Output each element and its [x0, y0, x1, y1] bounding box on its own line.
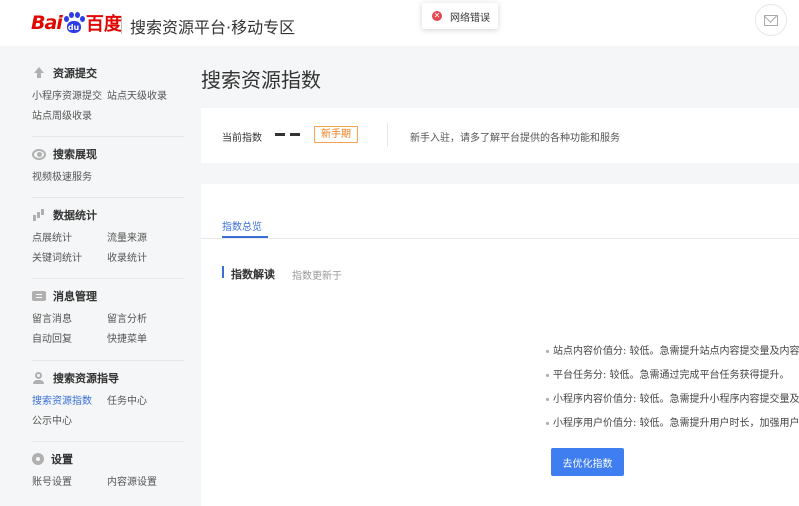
stage-badge: 新手期: [314, 126, 358, 143]
error-toast: ✕ 网络错误: [422, 3, 498, 29]
sidebar-item[interactable]: 站点天级收录: [107, 87, 182, 102]
current-index-value: [275, 133, 301, 136]
list-item: 小程序用户价值分: 较低。急需提升用户时长，加强用户黏: [546, 414, 799, 429]
sidebar-group-label: 数据统计: [53, 209, 97, 222]
tab-index-overview[interactable]: 指数总览: [222, 218, 262, 233]
sidebar-divider: [32, 360, 184, 361]
sidebar-divider: [32, 197, 184, 198]
bullet-text: 小程序用户价值分: 较低。急需提升用户时长，加强用户黏: [553, 418, 799, 429]
sidebar-item[interactable]: 公示中心: [32, 412, 108, 427]
sidebar-group: 搜索展现视频极速服务: [32, 146, 182, 185]
sidebar-item[interactable]: 视频极速服务: [32, 168, 108, 183]
eye-icon: [32, 148, 46, 160]
optimize-index-button[interactable]: 去优化指数: [551, 448, 624, 476]
sidebar-group-title: 搜索展现: [32, 146, 182, 162]
baidu-logo[interactable]: Bai du 百度: [31, 9, 122, 37]
sidebar-group-title: 资源提交: [32, 65, 182, 81]
sidebar-group-label: 消息管理: [53, 290, 97, 303]
logo-paw-text: du: [67, 23, 80, 32]
section-subtitle: 指数更新于: [292, 271, 342, 282]
list-item: 小程序内容价值分: 较低。急需提升小程序内容提交量及内容: [546, 390, 799, 405]
bullet-text: 小程序内容价值分: 较低。急需提升小程序内容提交量及内容: [553, 394, 799, 405]
index-detail-card: 指数总览 指数解读 指数更新于 站点内容价值分: 较低。急需提升站点内容提交量及…: [201, 184, 799, 506]
sidebar-group: 搜索资源指导搜索资源指数 任务中心公示中心: [32, 370, 182, 429]
sidebar: 资源提交小程序资源提交 站点天级收录站点周级收录搜索展现视频极速服务数据统计点展统…: [0, 46, 185, 506]
error-icon: ✕: [432, 11, 442, 21]
page-title: 搜索资源指数: [201, 68, 321, 92]
sidebar-group-title: 设置: [32, 451, 182, 467]
sidebar-group-label: 资源提交: [53, 67, 97, 80]
sidebar-item[interactable]: 内容源设置: [107, 473, 182, 488]
tab-divider: [201, 238, 799, 239]
sidebar-row: 小程序资源提交 站点天级收录: [32, 84, 182, 104]
index-summary-card: 当前指数 新手期 新手入驻，请多了解平台提供的各种功能和服务: [201, 108, 799, 163]
sidebar-group: 数据统计 点展统计 流量来源 关键词统计 收录统计: [32, 207, 182, 266]
sidebar-group-label: 搜索展现: [53, 148, 97, 161]
current-index-label: 当前指数: [222, 133, 262, 144]
mail-button[interactable]: [755, 4, 787, 36]
sidebar-item[interactable]: 搜索资源指数: [32, 392, 107, 407]
logo-cn-text: 百度: [85, 14, 122, 35]
sidebar-divider: [32, 441, 184, 442]
message-icon: [32, 291, 46, 301]
sidebar-row: 站点周级收录: [32, 104, 182, 124]
mail-icon: [764, 14, 778, 26]
sidebar-item[interactable]: 任务中心: [107, 392, 182, 407]
sidebar-row: 关键词统计 收录统计: [32, 246, 182, 266]
sidebar-row: 视频极速服务: [32, 165, 182, 185]
section-marker: [222, 266, 224, 278]
sidebar-divider: [32, 136, 184, 137]
sidebar-group-title: 数据统计: [32, 207, 182, 223]
sidebar-item[interactable]: 账号设置: [32, 473, 107, 488]
list-item: 站点内容价值分: 较低。急需提升站点内容提交量及内容质: [546, 342, 799, 357]
sidebar-item[interactable]: 自动回复: [32, 330, 107, 345]
paw-icon: du: [63, 12, 85, 34]
section-title: 指数解读: [231, 268, 275, 281]
sidebar-row: 账号设置 内容源设置: [32, 470, 182, 490]
sidebar-row: 搜索资源指数 任务中心: [32, 389, 182, 409]
sidebar-item[interactable]: 留言消息: [32, 310, 107, 325]
sidebar-group: 资源提交小程序资源提交 站点天级收录站点周级收录: [32, 65, 182, 124]
bar-chart-icon: [32, 209, 46, 221]
sidebar-row: 自动回复 快捷菜单: [32, 327, 182, 347]
sidebar-group-label: 搜索资源指导: [53, 372, 119, 385]
app-title: 搜索资源平台·移动专区: [130, 18, 296, 37]
sidebar-item[interactable]: 点展统计: [32, 229, 107, 244]
sidebar-item[interactable]: 小程序资源提交: [32, 87, 107, 102]
sidebar-item[interactable]: 收录统计: [107, 249, 182, 264]
sidebar-item[interactable]: 留言分析: [107, 310, 182, 325]
upload-icon: [32, 67, 46, 79]
newcomer-tip: 新手入驻，请多了解平台提供的各种功能和服务: [410, 133, 620, 144]
bullet-text: 站点内容价值分: 较低。急需提升站点内容提交量及内容质: [553, 346, 799, 357]
sidebar-group: 消息管理 留言消息 留言分析 自动回复 快捷菜单: [32, 288, 182, 347]
gear-icon: [32, 453, 44, 465]
sidebar-group-title: 消息管理: [32, 288, 182, 304]
sidebar-group: 设置账号设置 内容源设置: [32, 451, 182, 490]
list-item: 平台任务分: 较低。急需通过完成平台任务获得提升。: [546, 366, 790, 381]
sidebar-row: 公示中心: [32, 409, 182, 429]
sidebar-group-label: 设置: [51, 453, 73, 466]
sidebar-row: 留言消息 留言分析: [32, 307, 182, 327]
sidebar-item[interactable]: 关键词统计: [32, 249, 107, 264]
top-header: Bai du 百度 搜索资源平台·移动专区 ✕ 网络错误: [0, 0, 799, 46]
bullet-text: 平台任务分: 较低。急需通过完成平台任务获得提升。: [553, 370, 790, 381]
summary-divider: [387, 123, 388, 147]
sidebar-item[interactable]: 站点周级收录: [32, 107, 108, 122]
sidebar-group-title: 搜索资源指导: [32, 370, 182, 386]
sidebar-item[interactable]: 流量来源: [107, 229, 182, 244]
logo-latin-text: Bai: [31, 12, 63, 34]
person-icon: [32, 372, 46, 384]
sidebar-item[interactable]: 快捷菜单: [107, 330, 182, 345]
sidebar-divider: [32, 278, 184, 279]
header-divider: [121, 16, 122, 34]
sidebar-row: 点展统计 流量来源: [32, 226, 182, 246]
toast-text: 网络错误: [450, 12, 490, 24]
